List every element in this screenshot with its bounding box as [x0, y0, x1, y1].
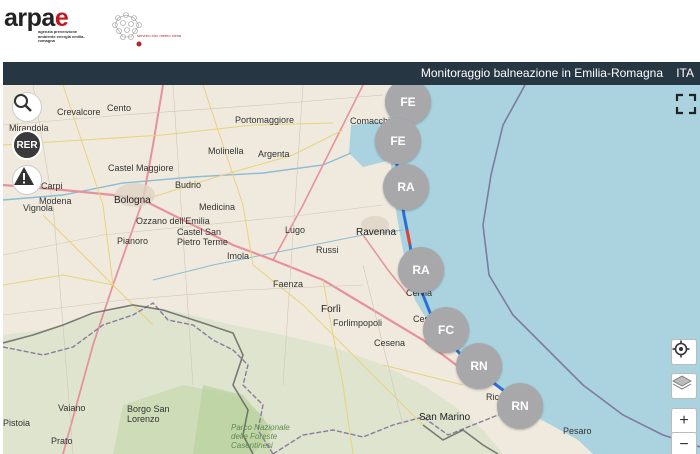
logo-subtitle: agenzia prevenzione ambiente energia emi… [38, 29, 85, 43]
map-label-faenza: Faenza [273, 279, 304, 289]
map-label-crevalcore: Crevalcore [57, 107, 101, 117]
map-label-vaiano: Vaiano [58, 403, 86, 413]
locate-button[interactable] [671, 339, 697, 365]
map-view[interactable]: Cento Crevalcore Mirandola Portomaggiore… [3, 85, 700, 454]
map-label-prato: Prato [51, 436, 73, 446]
map-label-forlimpopoli: Forlimpopoli [333, 318, 383, 328]
map-label-russi: Russi [316, 245, 339, 255]
logo-text-e: e [54, 4, 69, 32]
map-label-castel-maggiore: Castel Maggiore [108, 163, 174, 173]
network-logo-text: servizio idro meteo clima [137, 33, 182, 38]
map-label-parco: Parco Nazionale delle Foreste Casentines… [231, 423, 290, 450]
map-label-molinella: Molinella [208, 146, 244, 156]
map-label-lugo: Lugo [285, 225, 306, 235]
language-selector[interactable]: ITA [676, 66, 694, 80]
map-label-imola: Imola [227, 251, 250, 261]
station-marker-ra-2[interactable]: RA [398, 247, 444, 293]
map-label-medicina: Medicina [199, 202, 236, 212]
zoom-in-label: + [679, 412, 689, 429]
marker-label: FC [438, 323, 454, 337]
map-label-portomaggiore: Portomaggiore [235, 115, 295, 125]
crosshair-icon [672, 340, 690, 358]
rer-label: RER [16, 139, 38, 151]
arpae-logo[interactable]: arpae agenzia prevenzione ambiente energ… [4, 6, 88, 44]
zoom-in-button[interactable]: + [671, 408, 697, 434]
layers-icon [672, 375, 692, 390]
fullscreen-icon [675, 93, 697, 115]
map-label-castel-san-pietro: Castel San Pietro Terme [177, 227, 228, 247]
station-marker-rn-1[interactable]: RN [456, 343, 502, 389]
map-label-bologna: Bologna [114, 195, 151, 206]
map-label-ozzano: Ozzano dell'Emilia [136, 216, 210, 226]
header: arpae agenzia prevenzione ambiente energ… [0, 0, 700, 60]
station-marker-fc[interactable]: FC [423, 307, 469, 353]
page-title: Monitoraggio balneazione in Emilia-Romag… [420, 66, 663, 80]
map-label-pesaro: Pesaro [563, 426, 592, 436]
search-button[interactable] [12, 92, 42, 122]
layers-button[interactable] [671, 373, 697, 399]
search-icon [14, 94, 32, 112]
map-label-san-marino: San Marino [419, 412, 471, 423]
fullscreen-button[interactable] [675, 93, 697, 115]
map-label-budrio: Budrio [175, 180, 202, 190]
marker-label: RN [511, 399, 529, 413]
top-navbar: Monitoraggio balneazione in Emilia-Romag… [3, 62, 700, 85]
map-label-forli: Forlì [321, 304, 341, 315]
zoom-out-label: − [679, 436, 689, 453]
map-label-cesena: Cesena [374, 338, 406, 348]
station-marker-fe-2[interactable]: FE [375, 118, 421, 164]
map-label-ravenna: Ravenna [356, 227, 397, 238]
marker-label: RA [412, 263, 430, 277]
alert-button[interactable] [12, 165, 42, 195]
marker-label: RN [470, 359, 488, 373]
logo-text-main: arpa [4, 4, 55, 32]
marker-label: FE [390, 134, 406, 148]
warning-icon [14, 167, 34, 185]
map-label-pistoia: Pistoia [3, 418, 31, 428]
rer-button[interactable]: RER [12, 130, 42, 160]
map-label-carpi: Carpi [41, 181, 63, 191]
map-base [3, 85, 700, 454]
map-label-borgo-san-lorenzo: Borgo San Lorenzo [127, 404, 170, 424]
map-label-argenta: Argenta [258, 149, 290, 159]
marker-label: RA [397, 180, 415, 194]
map-label-vignola: Vignola [23, 203, 53, 213]
station-marker-ra-1[interactable]: RA [383, 164, 429, 210]
map-label-cento: Cento [107, 103, 132, 113]
marker-label: FE [400, 95, 416, 109]
zoom-out-button[interactable]: − [671, 432, 697, 454]
station-marker-rn-2[interactable]: RN [497, 383, 543, 429]
map-label-pianoro: Pianoro [117, 236, 149, 246]
network-logo-icon[interactable] [108, 10, 178, 50]
